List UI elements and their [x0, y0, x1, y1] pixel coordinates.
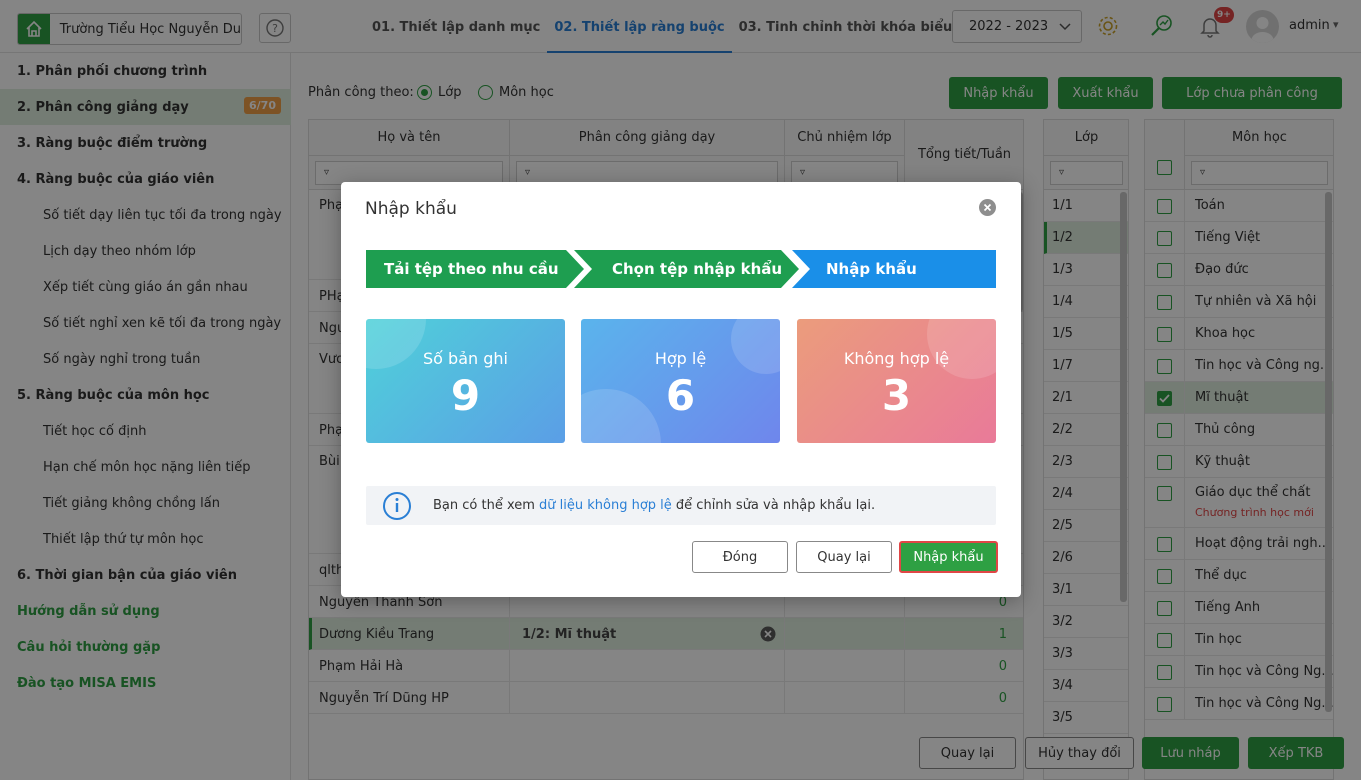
stat-label: Hợp lệ: [654, 349, 707, 368]
import-confirm-button[interactable]: Nhập khẩu: [899, 541, 998, 573]
info-icon: [383, 491, 411, 520]
close-button[interactable]: Đóng: [692, 541, 788, 573]
info-text-prefix: Bạn có thể xem: [433, 498, 540, 513]
wizard-step-import: Nhập khẩu: [826, 260, 917, 278]
stat-value: 6: [665, 371, 696, 420]
stat-label: Không hợp lệ: [843, 349, 950, 368]
wizard-step-download: Tải tệp theo nhu cầu: [384, 260, 559, 278]
info-message: Bạn có thể xem dữ liệu không hợp lệ để c…: [366, 486, 996, 525]
stat-card-invalid: Không hợp lệ 3: [797, 319, 996, 443]
import-wizard-steps: Tải tệp theo nhu cầu Chọn tệp nhập khẩu …: [366, 250, 996, 288]
back-button[interactable]: Quay lại: [796, 541, 892, 573]
wizard-step-choose-file: Chọn tệp nhập khẩu: [612, 260, 783, 278]
dialog-title: Nhập khẩu: [365, 199, 457, 219]
import-dialog: Nhập khẩu Tải tệp theo nhu cầu Chọn tệp …: [341, 182, 1021, 597]
info-text-suffix: để chỉnh sửa và nhập khẩu lại.: [671, 498, 876, 513]
invalid-data-link[interactable]: dữ liệu không hợp lệ: [539, 498, 672, 513]
info-text: Bạn có thể xem dữ liệu không hợp lệ để c…: [433, 498, 875, 513]
stat-value: 9: [450, 371, 481, 420]
stat-card-total: Số bản ghi 9: [366, 319, 565, 443]
close-icon[interactable]: [979, 199, 996, 216]
stat-value: 3: [881, 371, 912, 420]
stat-label: Số bản ghi: [423, 349, 508, 368]
stat-card-valid: Hợp lệ 6: [581, 319, 780, 443]
